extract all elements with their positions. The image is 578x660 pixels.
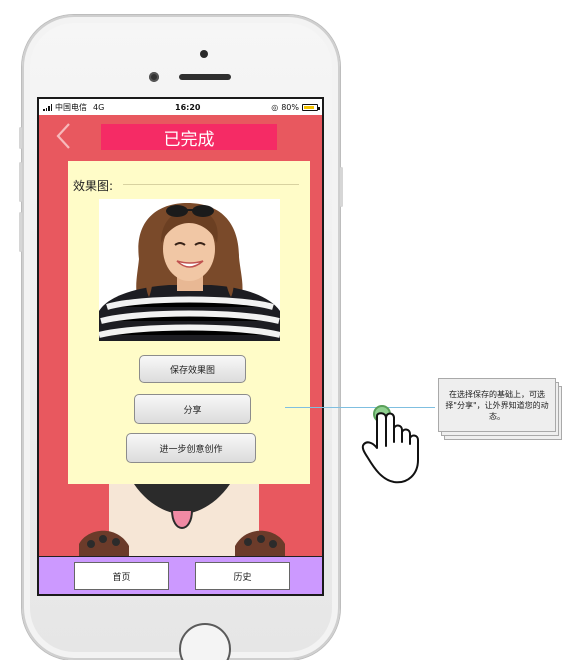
creative-edit-button[interactable]: 进一步创意创作 — [126, 433, 256, 463]
tab-history[interactable]: 历史 — [195, 562, 290, 590]
clock: 16:20 — [175, 102, 201, 112]
result-panel: 效果图: 保存效果图 分享 进一步创意创作 — [68, 161, 310, 484]
proximity-sensor — [149, 72, 159, 82]
chevron-left-icon[interactable] — [53, 121, 75, 151]
network-label: 4G — [93, 102, 105, 112]
tap-gesture-icon — [361, 405, 419, 484]
battery-icon — [302, 103, 320, 111]
prototype-canvas: 中国电信 4G 16:20 ◎ 80% 已完成 效果图: 保存效果图 分享 进一… — [0, 0, 578, 660]
result-label: 效果图: — [73, 179, 114, 193]
status-left: 中国电信 4G — [43, 102, 104, 113]
orientation-lock-icon: ◎ — [271, 102, 279, 112]
save-image-button[interactable]: 保存效果图 — [139, 355, 246, 383]
page-title: 已完成 — [101, 124, 277, 150]
battery-percent: 80% — [281, 102, 299, 112]
status-bar: 中国电信 4G 16:20 ◎ 80% — [39, 99, 322, 115]
earpiece-speaker — [179, 74, 231, 80]
volume-up-button — [19, 162, 22, 202]
divider — [123, 184, 299, 185]
phone-screen: 中国电信 4G 16:20 ◎ 80% 已完成 效果图: 保存效果图 分享 进一… — [37, 97, 324, 596]
status-right: ◎ 80% — [271, 102, 320, 112]
front-camera — [200, 50, 208, 58]
annotation-text: 在选择保存的基础上，可选择"分享"，让外界知道您的动态。 — [438, 378, 556, 432]
share-button[interactable]: 分享 — [134, 394, 251, 424]
bottom-tab-bar: 首页 历史 — [39, 556, 322, 594]
carrier-label: 中国电信 — [55, 102, 87, 112]
home-button[interactable] — [179, 623, 231, 660]
mute-switch — [19, 127, 22, 149]
annotation-note: 在选择保存的基础上，可选择"分享"，让外界知道您的动态。 — [438, 378, 562, 442]
power-button — [340, 167, 343, 207]
signal-icon — [43, 103, 52, 111]
volume-down-button — [19, 212, 22, 252]
result-image — [99, 199, 280, 341]
tab-home[interactable]: 首页 — [74, 562, 169, 590]
background-illustration — [39, 484, 322, 558]
